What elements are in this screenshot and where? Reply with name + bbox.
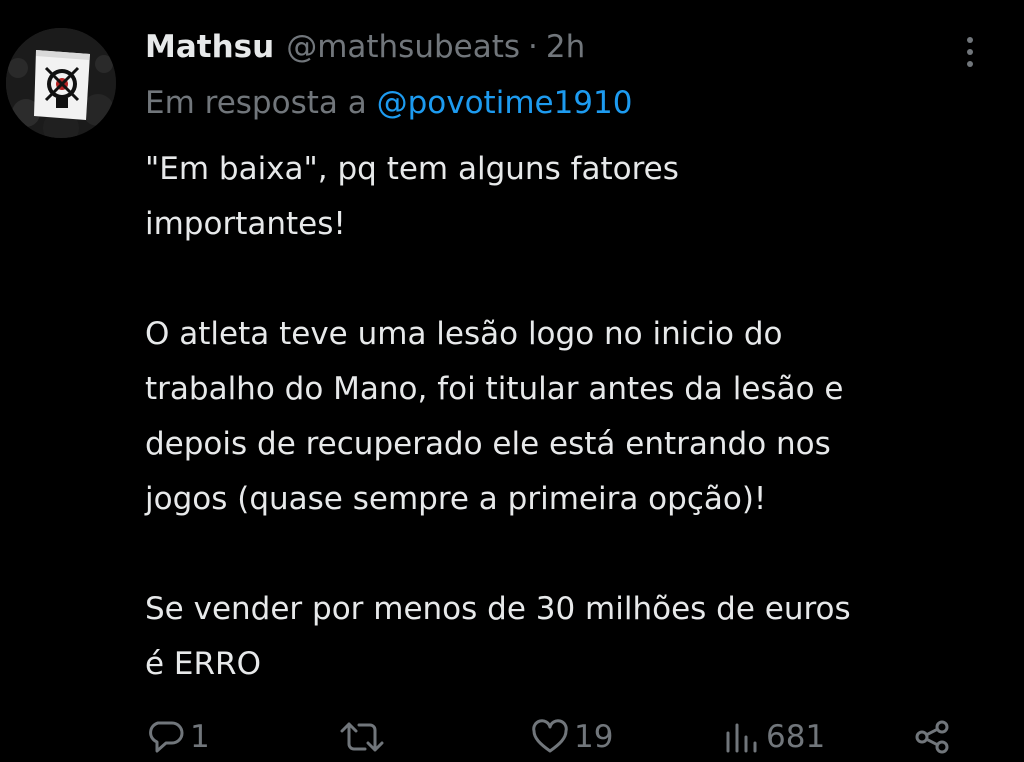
share-button[interactable]: [912, 712, 952, 762]
reply-mention-link[interactable]: @povotime1910: [377, 85, 633, 121]
display-name[interactable]: Mathsu: [145, 24, 274, 70]
reply-count: 1: [190, 719, 210, 755]
tweet-text-line: jogos (quase sempre a primeira opção)!: [145, 481, 767, 517]
reply-icon: [149, 721, 184, 753]
like-count: 19: [574, 719, 614, 755]
tweet-text: "Em baixa", pq tem alguns fatores import…: [145, 142, 1005, 692]
more-vertical-icon: [967, 37, 973, 67]
avatar-image: [6, 28, 116, 138]
more-options-button[interactable]: [950, 32, 990, 72]
tweet-header: Mathsu @mathsubeats · 2h: [145, 24, 585, 70]
reply-button[interactable]: 1: [146, 712, 210, 762]
tweet-text-line: é ERRO: [145, 646, 261, 682]
tweet-text-line: O atleta teve uma lesão logo no inicio d…: [145, 316, 783, 352]
tweet-text-line: Se vender por menos de 30 milhões de eur…: [145, 591, 851, 627]
like-button[interactable]: 19: [530, 712, 613, 762]
tweet-text-line: importantes!: [145, 206, 346, 242]
tweet-text-line: trabalho do Mano, foi titular antes da l…: [145, 371, 844, 407]
views-button[interactable]: 681: [722, 712, 825, 762]
tweet-text-line: "Em baixa", pq tem alguns fatores: [145, 151, 679, 187]
reply-prefix: Em resposta a: [145, 85, 367, 121]
user-handle[interactable]: @mathsubeats: [286, 24, 520, 70]
retweet-button[interactable]: [338, 712, 386, 762]
header-separator: ·: [528, 29, 538, 65]
share-icon: [915, 720, 949, 754]
views-icon: [726, 723, 757, 753]
reply-context: Em resposta a @povotime1910: [145, 80, 632, 126]
heart-icon: [532, 719, 568, 753]
tweet-text-line: depois de recuperado ele está entrando n…: [145, 426, 831, 462]
retweet-icon: [340, 722, 384, 752]
view-count: 681: [766, 719, 826, 755]
avatar[interactable]: [6, 28, 116, 138]
timestamp[interactable]: 2h: [546, 24, 585, 70]
action-bar: 1 19 681: [0, 712, 1024, 762]
